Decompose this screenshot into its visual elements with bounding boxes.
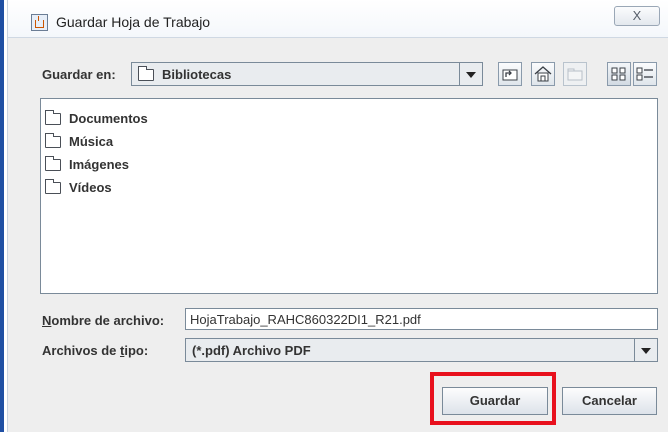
java-cup-icon bbox=[31, 14, 48, 31]
details-view-button[interactable] bbox=[633, 62, 657, 86]
window-title: Guardar Hoja de Trabajo bbox=[56, 14, 211, 30]
details-view-icon bbox=[636, 67, 653, 81]
folder-icon bbox=[45, 156, 61, 171]
filetype-label-prefix: Archivos de bbox=[42, 343, 121, 358]
location-dropdown-button[interactable] bbox=[459, 63, 482, 85]
list-view-button[interactable] bbox=[607, 62, 631, 86]
location-value: Bibliotecas bbox=[162, 67, 232, 82]
filetype-dropdown-button[interactable] bbox=[634, 339, 657, 361]
file-name: Música bbox=[69, 134, 114, 149]
save-in-label: Guardar en: bbox=[42, 67, 116, 82]
file-list[interactable]: Documentos Música Imágenes Vídeos bbox=[40, 98, 658, 294]
file-name: Documentos bbox=[69, 111, 148, 126]
file-name: Imágenes bbox=[69, 157, 129, 172]
up-one-level-button[interactable] bbox=[498, 62, 522, 86]
save-button-highlight bbox=[430, 372, 556, 425]
title-bar: Guardar Hoja de Trabajo X bbox=[8, 0, 668, 38]
home-icon bbox=[534, 66, 552, 82]
filetype-value: (*.pdf) Archivo PDF bbox=[192, 343, 311, 358]
chevron-down-icon bbox=[466, 72, 476, 78]
filename-label: Nombre de archivo: bbox=[42, 313, 164, 328]
new-folder-icon bbox=[567, 68, 583, 81]
chevron-down-icon bbox=[641, 348, 651, 354]
home-button[interactable] bbox=[531, 62, 555, 86]
filetype-label-suffix: ipo: bbox=[124, 343, 149, 358]
close-button[interactable]: X bbox=[614, 6, 660, 26]
file-name: Vídeos bbox=[69, 180, 112, 195]
folder-icon bbox=[45, 133, 61, 148]
filetype-label: Archivos de tipo: bbox=[42, 343, 148, 358]
new-folder-button[interactable] bbox=[563, 62, 587, 86]
folder-icon bbox=[45, 110, 61, 125]
filename-label-mnemonic: N bbox=[42, 313, 52, 328]
window-border bbox=[0, 0, 4, 432]
folder-icon bbox=[138, 66, 154, 81]
filename-input[interactable]: HojaTrabajo_RAHC860322DI1_R21.pdf bbox=[185, 308, 658, 330]
cancel-button[interactable]: Cancelar bbox=[562, 387, 657, 415]
folder-icon bbox=[45, 179, 61, 194]
close-icon: X bbox=[632, 8, 642, 23]
up-one-level-icon bbox=[502, 69, 518, 81]
location-combo[interactable]: Bibliotecas bbox=[131, 62, 483, 86]
filename-value: HojaTrabajo_RAHC860322DI1_R21.pdf bbox=[190, 312, 421, 327]
filetype-select[interactable]: (*.pdf) Archivo PDF bbox=[185, 338, 658, 362]
filename-label-rest: ombre de archivo: bbox=[51, 313, 165, 328]
list-view-icon bbox=[611, 67, 626, 81]
